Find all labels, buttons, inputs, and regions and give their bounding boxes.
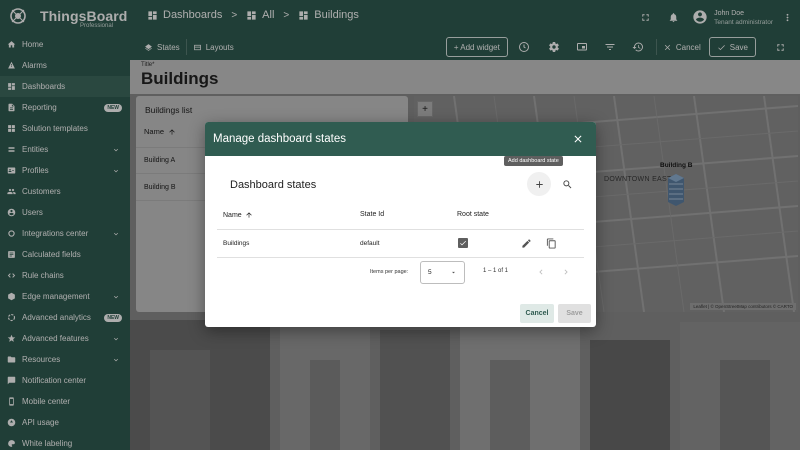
manage-states-dialog: Manage dashboard states Dashboard states… xyxy=(205,122,596,327)
column-header-root-state[interactable]: Root state xyxy=(457,211,489,218)
arrow-up-icon xyxy=(246,212,252,218)
page-size-select[interactable]: 5 xyxy=(420,261,465,284)
cancel-button[interactable]: Cancel xyxy=(520,304,554,323)
previous-page-button[interactable] xyxy=(534,265,548,279)
plus-icon xyxy=(535,180,543,188)
column-header-state-id[interactable]: State Id xyxy=(360,211,384,218)
dropdown-arrow-icon xyxy=(452,271,455,274)
root-state-checkbox[interactable] xyxy=(458,238,468,248)
table-divider xyxy=(217,257,584,258)
close-dialog-button[interactable] xyxy=(570,131,586,147)
copy-state-button[interactable] xyxy=(544,236,558,250)
dialog-title: Manage dashboard states xyxy=(213,133,346,145)
add-state-tooltip: Add dashboard state xyxy=(504,156,563,166)
next-page-button[interactable] xyxy=(559,265,573,279)
search-button[interactable] xyxy=(555,172,579,196)
chevron-right-icon xyxy=(564,269,568,275)
copy-icon xyxy=(546,237,556,249)
state-name-cell: Buildings xyxy=(223,240,250,247)
save-button[interactable]: Save xyxy=(558,304,591,323)
close-icon xyxy=(574,135,582,143)
dialog-header: Manage dashboard states xyxy=(205,122,596,156)
check-icon xyxy=(460,240,466,246)
edit-state-button[interactable] xyxy=(519,236,533,250)
search-icon xyxy=(562,179,571,188)
table-divider xyxy=(217,229,584,230)
items-per-page-label: Items per page: xyxy=(370,269,409,275)
column-header-name[interactable]: Name xyxy=(223,211,253,219)
section-title: Dashboard states xyxy=(230,179,317,191)
page-range-label: 1 – 1 of 1 xyxy=(483,268,509,274)
state-id-cell: default xyxy=(360,240,380,247)
chevron-left-icon xyxy=(539,269,543,275)
pencil-icon xyxy=(521,238,531,248)
add-state-button[interactable] xyxy=(527,172,551,196)
